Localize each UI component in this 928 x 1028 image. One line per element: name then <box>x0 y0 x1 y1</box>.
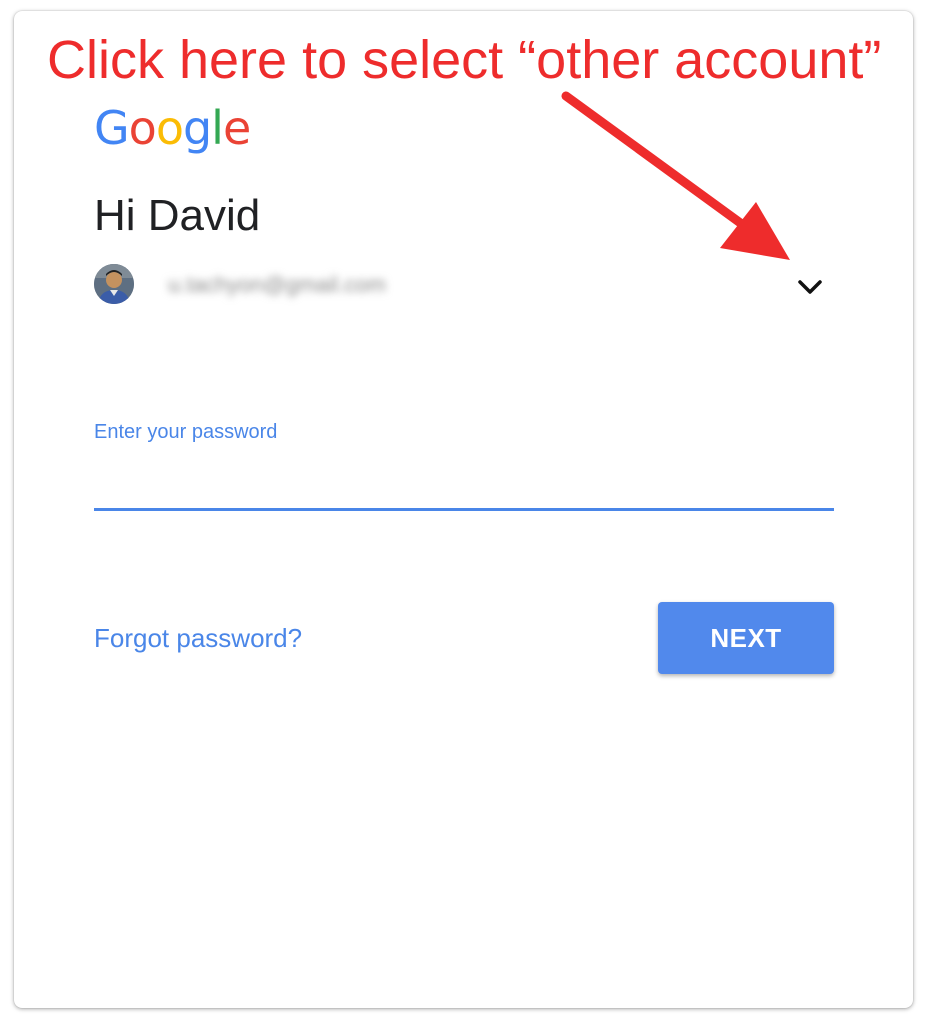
next-button[interactable]: NEXT <box>658 602 834 674</box>
google-logo: Google <box>94 101 251 155</box>
avatar <box>94 264 134 304</box>
logo-letter: e <box>222 101 251 155</box>
account-email: u.tachyon@gmail.com <box>168 272 386 297</box>
password-underline <box>94 508 834 511</box>
annotation-arrow-icon <box>561 91 790 260</box>
greeting-heading: Hi David <box>94 191 261 240</box>
logo-letter: o <box>155 101 184 155</box>
forgot-password-link[interactable]: Forgot password? <box>94 622 302 654</box>
password-input[interactable] <box>94 452 834 508</box>
logo-letter: l <box>211 101 224 155</box>
logo-letter: g <box>182 101 212 155</box>
user-avatar-icon <box>94 264 134 304</box>
logo-letter: o <box>128 101 157 155</box>
password-label: Enter your password <box>94 421 278 443</box>
logo-letter: G <box>94 101 130 155</box>
chevron-down-icon[interactable] <box>790 270 830 304</box>
annotation-text: Click here to select “other account” <box>47 30 882 90</box>
